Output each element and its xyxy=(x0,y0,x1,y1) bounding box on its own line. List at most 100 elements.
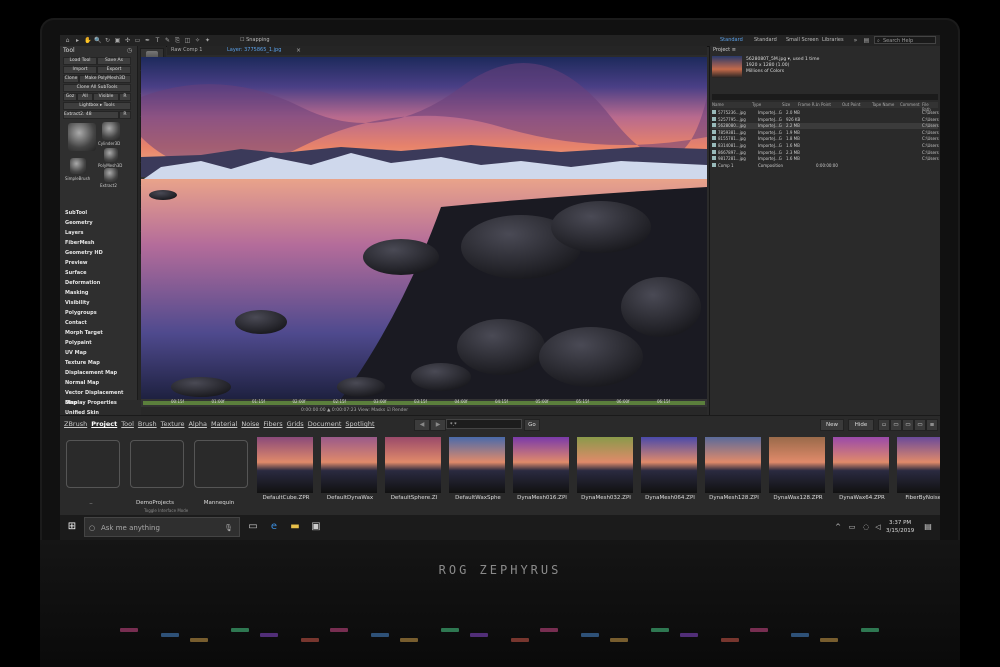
extract2-thumbnail[interactable] xyxy=(104,168,118,182)
project-column-header[interactable]: Name xyxy=(712,102,724,107)
tool-menu-item[interactable]: Layers xyxy=(65,228,137,238)
lightbox-tab[interactable]: Document xyxy=(308,420,342,428)
volume-icon[interactable]: ◁ xyxy=(872,521,884,533)
lightbox-view-large-button[interactable]: ▭ xyxy=(902,419,914,431)
project-row[interactable]: 5257795...jpg ImporteJ...G 926 KB C:\Users xyxy=(712,116,939,123)
hand-tool-icon[interactable]: ✋ xyxy=(84,37,91,44)
notifications-icon[interactable]: ▤ xyxy=(922,521,934,533)
clone-all-subtools-button[interactable]: Clone All SubTools xyxy=(63,84,131,92)
timeline[interactable]: 00:15f 01:00f 01:15f 02:00f 02:15f 03:00f 03:1… xyxy=(141,399,707,407)
zoom-tool-icon[interactable]: 🔍 xyxy=(94,37,101,44)
folder-icon[interactable] xyxy=(194,440,248,488)
taskbar-clock[interactable]: 3:37 PM 3/15/2019 xyxy=(886,519,914,535)
lightbox-hide-button[interactable]: Hide xyxy=(848,419,874,431)
tool-menu-item[interactable]: Contact xyxy=(65,318,137,328)
lightbox-next-button[interactable]: ▶ xyxy=(430,419,446,431)
polymesh3d-thumbnail[interactable] xyxy=(104,148,118,162)
lightbox-tab[interactable]: Fibers xyxy=(263,420,282,428)
tool-menu-item[interactable]: Masking xyxy=(65,288,137,298)
r-button-2[interactable]: R xyxy=(119,111,131,119)
task-view-icon[interactable]: ▭ xyxy=(247,521,259,533)
workspace-standard[interactable]: Standard xyxy=(720,37,743,43)
clone-button[interactable]: Clone xyxy=(63,75,79,83)
workspace-menu-icon[interactable]: » xyxy=(852,37,859,44)
microphone-icon[interactable]: 🎙 xyxy=(224,518,233,538)
folder-icon[interactable] xyxy=(130,440,184,488)
tool-menu-item[interactable]: UV Map xyxy=(65,348,137,358)
all-button[interactable]: All xyxy=(77,93,93,101)
tool-menu-item[interactable]: Vector Displacement Map xyxy=(65,388,137,406)
chevron-up-icon[interactable]: ^ xyxy=(832,521,844,533)
lightbox-item[interactable]: DynaMesh032.ZPI xyxy=(577,437,633,501)
network-icon[interactable]: ◌ xyxy=(860,521,872,533)
lightbox-item[interactable]: DynaMesh128.ZPI xyxy=(705,437,761,501)
home-icon[interactable]: ⌂ xyxy=(64,37,71,44)
project-column-header[interactable]: Out Point xyxy=(842,102,860,107)
lightbox-item[interactable]: DynaWax64.ZPR xyxy=(833,437,889,501)
tab-raw-comp[interactable]: Raw Comp 1 xyxy=(171,47,202,53)
lightbox-tab[interactable]: ZBrush xyxy=(64,420,87,428)
lightbox-tab[interactable]: Noise xyxy=(241,420,259,428)
tool-menu-item[interactable]: Deformation xyxy=(65,278,137,288)
make-polymesh-button[interactable]: Make PolyMesh3D xyxy=(79,75,131,83)
visible-button[interactable]: Visible xyxy=(93,93,119,101)
snapping-toggle[interactable]: ☐ Snapping xyxy=(240,37,270,43)
puppet-tool-icon[interactable]: ✦ xyxy=(204,37,211,44)
tool-menu-item[interactable]: Surface xyxy=(65,268,137,278)
workspace-small-screen[interactable]: Small Screen xyxy=(786,37,819,43)
lightbox-item[interactable]: DynaMesh064.ZPI xyxy=(641,437,697,501)
selection-tool-icon[interactable]: ▸ xyxy=(74,37,81,44)
viewer-controls-text[interactable]: 0:00:00:00 ▲ 0:00:07:23 View: Masks ☑ Re… xyxy=(301,408,408,413)
project-column-header[interactable]: Type xyxy=(752,102,761,107)
search-help-input[interactable]: ⌕ Search Help xyxy=(874,36,936,44)
project-row[interactable]: 8667897...jpg ImporteJ...G 2.3 MB C:\Users xyxy=(712,149,939,156)
project-row[interactable]: 8314081...jpg ImporteJ...G 1.6 MB C:\Users xyxy=(712,143,939,149)
lightbox-prev-button[interactable]: ◀ xyxy=(414,419,430,431)
lightbox-tab[interactable]: Spotlight xyxy=(345,420,374,428)
tool-menu-item[interactable]: Normal Map xyxy=(65,378,137,388)
tool-menu-item[interactable]: Display Properties xyxy=(65,398,137,408)
lightbox-tab[interactable]: Alpha xyxy=(188,420,206,428)
simplebrush-thumbnail[interactable] xyxy=(70,158,86,174)
close-tab-icon[interactable]: × xyxy=(295,47,302,54)
panel-options-icon[interactable]: ◷ xyxy=(126,47,133,54)
type-tool-icon[interactable]: T xyxy=(154,37,161,44)
tool-menu-item[interactable]: Geometry xyxy=(65,218,137,228)
project-row[interactable]: 9817281...jpg ImporteJ...G 1.6 MB C:\Users xyxy=(712,156,939,162)
pen-tool-icon[interactable]: ✒ xyxy=(144,37,151,44)
pan-behind-icon[interactable]: ✣ xyxy=(124,37,131,44)
tool-menu-item[interactable]: FiberMesh xyxy=(65,238,137,248)
camera-tool-icon[interactable]: ▣ xyxy=(114,37,121,44)
lightbox-go-button[interactable]: Go xyxy=(524,419,540,431)
tool-menu-item[interactable]: Preview xyxy=(65,258,137,268)
viewer-canvas[interactable] xyxy=(141,57,707,399)
lightbox-item[interactable]: DynaWax128.ZPR xyxy=(769,437,825,501)
lightbox-item[interactable]: FiberByNoise.Z xyxy=(897,437,940,501)
folder-icon[interactable] xyxy=(66,440,120,488)
project-column-header[interactable]: Tape Name xyxy=(872,102,894,107)
project-column-header[interactable]: In Point xyxy=(816,102,831,107)
tool-menu-item[interactable]: Polypaint xyxy=(65,338,137,348)
file-explorer-icon[interactable]: ▬ xyxy=(289,521,301,533)
import-button[interactable]: Import xyxy=(63,66,97,74)
lightbox-item[interactable]: DefaultSphere.ZI xyxy=(385,437,441,501)
lightbox-view-xl-button[interactable]: ▭ xyxy=(914,419,926,431)
windows-start-icon[interactable]: ⊞ xyxy=(66,521,78,533)
tool-menu-item[interactable]: SubTool xyxy=(65,208,137,218)
export-button[interactable]: Export xyxy=(97,66,131,74)
lightbox-tab[interactable]: Texture xyxy=(161,420,185,428)
workspace-panel-icon[interactable]: ▤ xyxy=(863,37,870,44)
lightbox-tab[interactable]: Material xyxy=(211,420,237,428)
load-tool-button[interactable]: Load Tool xyxy=(63,57,97,65)
tab-layer[interactable]: Layer: 3775865_1.jpg xyxy=(227,47,281,53)
tool-menu-item[interactable]: Morph Target xyxy=(65,328,137,338)
lightbox-view-list-button[interactable]: ≡ xyxy=(926,419,938,431)
project-column-header[interactable]: Comment xyxy=(900,102,920,107)
lightbox-tab[interactable]: Tool xyxy=(121,420,134,428)
eraser-tool-icon[interactable]: ◫ xyxy=(184,37,191,44)
r-button[interactable]: R xyxy=(119,93,131,101)
project-row[interactable]: Comp 1 Composition 0:00:00:00 xyxy=(712,162,938,169)
current-tool-slider[interactable]: Extract2. 48 xyxy=(63,111,119,119)
lightbox-item[interactable]: DefaultDynaWax xyxy=(321,437,377,501)
project-row[interactable]: 5775236...jpg ImporteJ...G 2.0 MB C:\Users xyxy=(712,110,939,116)
